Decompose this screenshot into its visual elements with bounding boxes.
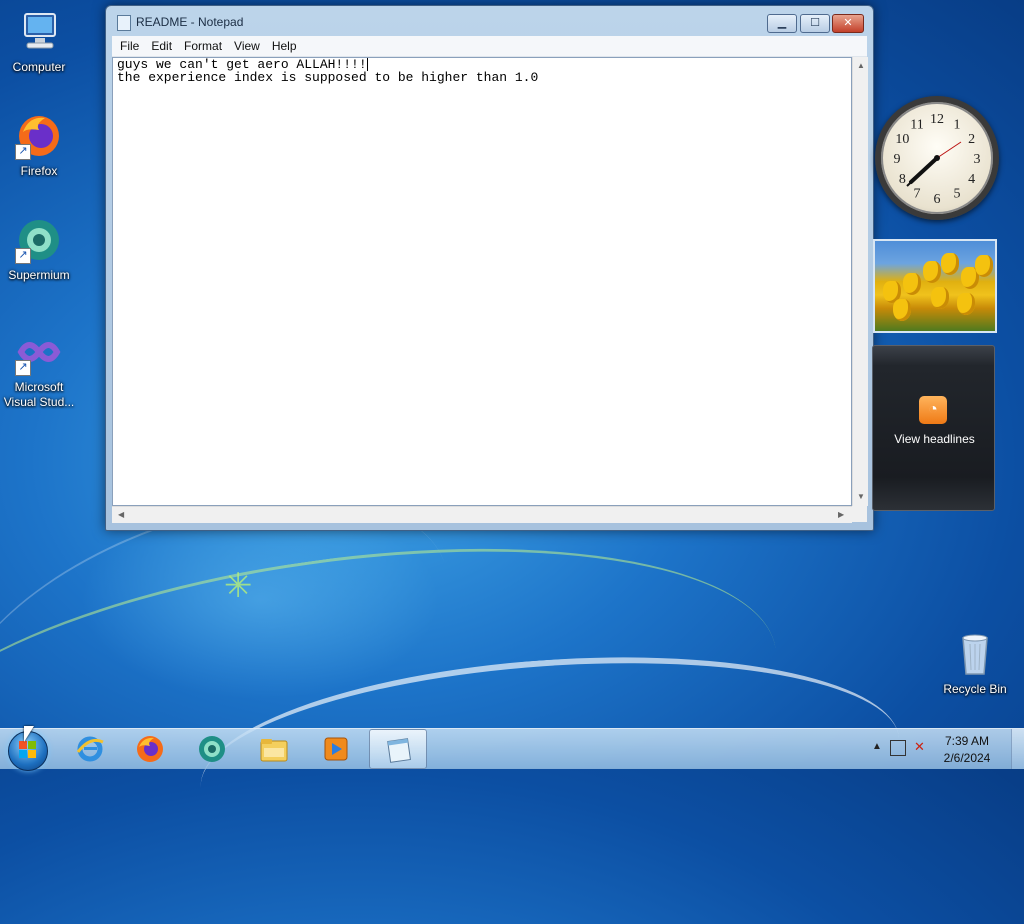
view-headlines-link[interactable]: View headlines xyxy=(873,432,996,446)
tulip-shape xyxy=(893,299,911,321)
desktop-icon-label: Firefox xyxy=(20,164,58,178)
clock-numeral: 8 xyxy=(899,172,906,187)
notepad-window[interactable]: README - Notepad ▁ ☐ ✕ File Edit Format Vie… xyxy=(105,5,874,531)
media-player-icon xyxy=(321,734,351,764)
menu-file[interactable]: File xyxy=(112,36,143,54)
network-icon[interactable] xyxy=(890,740,906,756)
desktop-icon-computer[interactable]: Computer xyxy=(0,8,78,75)
clock-numeral: 10 xyxy=(895,132,909,147)
second-hand xyxy=(936,141,962,159)
vertical-scrollbar[interactable]: ▲ ▼ xyxy=(852,57,868,506)
editor-line: the experience index is supposed to be h… xyxy=(117,70,539,85)
taskbar-notepad[interactable] xyxy=(369,729,427,769)
taskbar-file-explorer[interactable] xyxy=(245,729,303,769)
clock-numeral: 12 xyxy=(930,112,944,127)
tray-time[interactable]: 7:39 AM xyxy=(937,734,997,748)
scroll-down-icon[interactable]: ▼ xyxy=(857,492,865,501)
show-hidden-icons-icon[interactable]: ▲ xyxy=(872,741,882,752)
menu-bar: File Edit Format View Help xyxy=(112,36,867,57)
clock-numeral: 7 xyxy=(914,187,921,202)
clock-numeral: 5 xyxy=(954,187,961,202)
desktop-icon-label: Supermium xyxy=(8,268,70,282)
clock-numeral: 9 xyxy=(894,152,901,167)
desktop-icon-supermium[interactable]: ↗ Supermium xyxy=(0,216,78,283)
visual-studio-icon: ↗ xyxy=(15,328,63,376)
taskbar-firefox[interactable] xyxy=(121,729,179,769)
text-editor[interactable]: guys we can't get aero ALLAH!!!! the exp… xyxy=(112,57,852,506)
recycle-bin-icon xyxy=(951,630,999,678)
slideshow-gadget[interactable] xyxy=(873,239,997,333)
maximize-button[interactable]: ☐ xyxy=(800,14,830,33)
taskbar-internet-explorer[interactable] xyxy=(61,729,119,769)
supermium-icon xyxy=(197,734,227,764)
tulip-shape xyxy=(903,273,921,295)
scroll-up-icon[interactable]: ▲ xyxy=(857,61,865,70)
clock-numeral: 11 xyxy=(910,117,923,132)
clock-numeral: 3 xyxy=(974,152,981,167)
desktop-icon-visual-studio[interactable]: ↗ Microsoft Visual Stud... xyxy=(0,328,78,410)
resize-grip-icon[interactable] xyxy=(852,506,867,522)
shortcut-arrow-icon: ↗ xyxy=(15,248,31,264)
desktop-icon-label: Microsoft Visual Stud... xyxy=(3,380,75,409)
scroll-left-icon[interactable]: ◀ xyxy=(118,510,124,519)
tray-date[interactable]: 2/6/2024 xyxy=(937,751,997,765)
desktop-icon-label: Computer xyxy=(12,60,66,74)
volume-muted-icon[interactable]: ✕ xyxy=(914,739,925,755)
mouse-cursor-icon xyxy=(24,726,34,742)
clock-numeral: 1 xyxy=(954,117,961,132)
clock-face: 12 12 3 45678 9 1011 xyxy=(894,112,981,207)
show-desktop-button[interactable] xyxy=(1011,729,1024,769)
firefox-icon: ↗ xyxy=(15,112,63,160)
minute-hand xyxy=(906,157,938,187)
taskbar-media-player[interactable] xyxy=(307,729,365,769)
feed-headlines-gadget[interactable]: ◔ View headlines xyxy=(872,345,995,511)
tulip-shape xyxy=(923,261,941,283)
desktop-icon-recycle-bin[interactable]: Recycle Bin xyxy=(936,630,1014,697)
notepad-icon xyxy=(384,735,414,765)
minimize-button[interactable]: ▁ xyxy=(767,14,797,33)
desktop-icon-label: Recycle Bin xyxy=(943,682,1007,696)
computer-icon xyxy=(15,8,63,56)
tulip-shape xyxy=(975,255,993,277)
clock-numeral: 6 xyxy=(934,192,941,207)
tulip-shape xyxy=(957,293,975,315)
window-title: README - Notepad xyxy=(136,15,244,29)
internet-explorer-icon xyxy=(75,734,105,764)
tulip-shape xyxy=(931,287,949,309)
close-button[interactable]: ✕ xyxy=(832,14,864,33)
firefox-icon xyxy=(135,734,165,764)
wallpaper-leaf-icon: ✳ xyxy=(224,567,253,605)
desktop-icon-firefox[interactable]: ↗ Firefox xyxy=(0,112,78,179)
title-bar[interactable]: README - Notepad ▁ ☐ ✕ xyxy=(106,6,873,36)
rss-icon: ◔ xyxy=(919,396,947,424)
clock-numeral: 2 xyxy=(968,132,975,147)
clock-gadget[interactable]: 12 1 2 3 4 5 6 7 8 9 10 11 xyxy=(875,96,999,220)
horizontal-scrollbar[interactable]: ◀ ▶ xyxy=(112,506,852,523)
windows-logo-icon xyxy=(19,741,37,759)
supermium-icon: ↗ xyxy=(15,216,63,264)
menu-format[interactable]: Format xyxy=(176,36,226,54)
notepad-icon xyxy=(117,15,131,31)
menu-help[interactable]: Help xyxy=(264,36,301,54)
taskbar: ▲ ✕ 7:39 AM 2/6/2024 xyxy=(0,728,1024,771)
shortcut-arrow-icon: ↗ xyxy=(15,144,31,160)
taskbar-supermium[interactable] xyxy=(183,729,241,769)
menu-edit[interactable]: Edit xyxy=(143,36,176,54)
scroll-right-icon[interactable]: ▶ xyxy=(838,510,844,519)
shortcut-arrow-icon: ↗ xyxy=(15,360,31,376)
tulip-shape xyxy=(941,253,959,275)
file-explorer-icon xyxy=(259,734,289,764)
menu-view[interactable]: View xyxy=(226,36,264,54)
clock-numeral: 4 xyxy=(968,172,975,187)
system-tray: ▲ ✕ 7:39 AM 2/6/2024 xyxy=(864,729,1024,769)
